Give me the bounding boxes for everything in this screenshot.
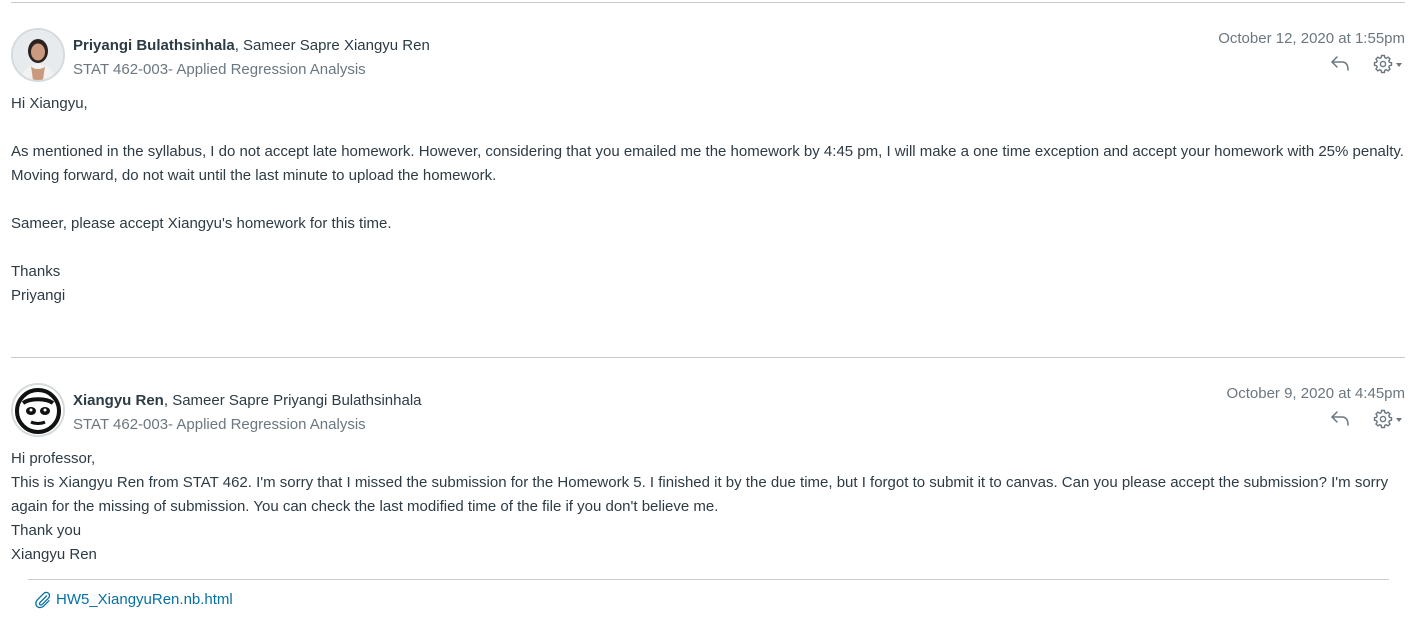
gear-icon	[1373, 409, 1393, 429]
message-body: Hi Xiangyu, As mentioned in the syllabus…	[11, 92, 1405, 308]
attachment-divider	[28, 579, 1389, 580]
settings-menu-button[interactable]	[1373, 409, 1405, 429]
body-line: This is Xiangyu Ren from STAT 462. I'm s…	[11, 474, 1393, 515]
avatar-face-icon	[13, 385, 63, 435]
reply-arrow-icon	[1331, 56, 1349, 71]
settings-menu-button[interactable]	[1373, 54, 1405, 74]
body-line	[11, 236, 1405, 260]
caret-down-icon	[1396, 418, 1402, 422]
author-name[interactable]: Xiangyu Ren	[73, 392, 164, 409]
body-line: Xiangyu Ren	[11, 546, 97, 563]
attachment-link[interactable]: HW5_XiangyuRen.nb.html	[34, 589, 233, 611]
body-line: Hi professor,	[11, 450, 96, 467]
reply-button[interactable]	[1329, 54, 1353, 74]
reply-arrow-icon	[1331, 411, 1349, 426]
caret-down-icon	[1396, 63, 1402, 67]
body-line: Sameer, please accept Xiangyu's homework…	[11, 215, 392, 232]
author-name[interactable]: Priyangi Bulathsinhala	[73, 37, 235, 54]
avatar[interactable]	[11, 28, 65, 82]
body-line: Priyangi	[11, 287, 66, 304]
attachment-filename[interactable]: HW5_XiangyuRen.nb.html	[56, 589, 233, 611]
message-date: October 9, 2020 at 4:45pm	[1226, 385, 1405, 402]
paperclip-icon	[35, 591, 51, 609]
message-2: Xiangyu Ren, Sameer Sapre Priyangi Bulat…	[11, 383, 1405, 567]
message-meta: Priyangi Bulathsinhala, Sameer Sapre Xia…	[73, 34, 430, 82]
course-name: STAT 462-003- Applied Regression Analysi…	[73, 416, 366, 433]
reply-button[interactable]	[1329, 409, 1353, 429]
message-1: Priyangi Bulathsinhala, Sameer Sapre Xia…	[11, 28, 1405, 308]
message-actions	[1329, 54, 1405, 74]
message-header: Priyangi Bulathsinhala, Sameer Sapre Xia…	[11, 28, 1405, 84]
message-body: Hi professor, This is Xiangyu Ren from S…	[11, 447, 1405, 567]
gear-icon	[1373, 54, 1393, 74]
body-line: Thank you	[11, 522, 82, 539]
message-meta: Xiangyu Ren, Sameer Sapre Priyangi Bulat…	[73, 389, 422, 437]
avatar-photo-icon	[13, 30, 63, 80]
message-date: October 12, 2020 at 1:55pm	[1218, 30, 1405, 47]
participants: Priyangi Bulathsinhala, Sameer Sapre Xia…	[73, 34, 430, 58]
body-line	[11, 188, 1405, 212]
participants: Xiangyu Ren, Sameer Sapre Priyangi Bulat…	[73, 389, 422, 413]
message-divider	[11, 357, 1405, 358]
message-actions	[1329, 409, 1405, 429]
avatar[interactable]	[11, 383, 65, 437]
other-participants: , Sameer Sapre Priyangi Bulathsinhala	[163, 392, 422, 409]
message-header: Xiangyu Ren, Sameer Sapre Priyangi Bulat…	[11, 383, 1405, 439]
body-line: Thanks	[11, 263, 61, 280]
top-divider	[11, 2, 1405, 3]
body-line: As mentioned in the syllabus, I do not a…	[11, 143, 1404, 160]
body-line	[11, 116, 1405, 140]
body-line: Moving forward, do not wait until the la…	[11, 167, 497, 184]
other-participants: , Sameer Sapre Xiangyu Ren	[234, 37, 430, 54]
course-name: STAT 462-003- Applied Regression Analysi…	[73, 61, 366, 78]
body-line: Hi Xiangyu,	[11, 95, 88, 112]
